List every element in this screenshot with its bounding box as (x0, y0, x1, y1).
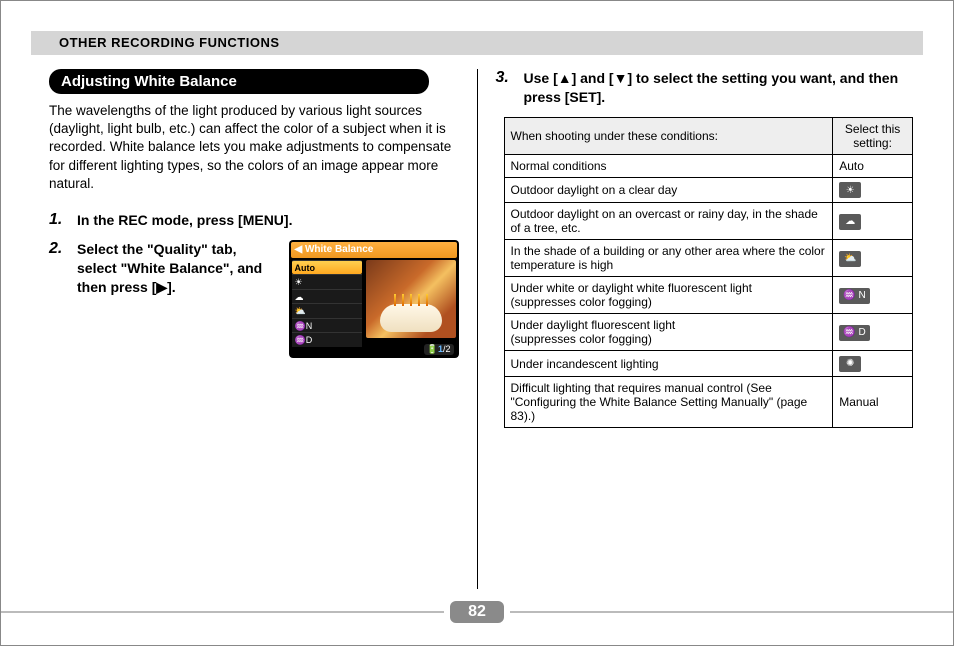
candle-icon (410, 294, 412, 306)
step-number: 1. (49, 211, 69, 229)
cake-icon (380, 304, 442, 332)
step-3: 3. Use [▲] and [▼] to select the setting… (496, 69, 906, 107)
condition-cell: Normal conditions (504, 154, 833, 177)
section-title-pill: Adjusting White Balance (49, 69, 429, 94)
table-row: Under white or daylight white fluorescen… (504, 277, 913, 314)
table-row: Outdoor daylight on a clear day ☀ (504, 177, 913, 203)
white-balance-table: When shooting under these conditions: Se… (504, 117, 914, 428)
section-header: OTHER RECORDING FUNCTIONS (31, 31, 923, 55)
condition-cell: Under white or daylight white fluorescen… (504, 277, 833, 314)
candle-icon (418, 294, 420, 306)
setting-cell: ⛅ (833, 240, 913, 277)
lcd-menu-list: Auto ☀ ☁ ⛅ ♒N ♒D (292, 260, 362, 347)
table-row: Under daylight fluorescent light (suppre… (504, 314, 913, 351)
lcd-page-indicator: 🔋1/2 (424, 344, 454, 355)
step-text: In the REC mode, press [MENU]. (77, 211, 292, 230)
setting-cell: Manual (833, 376, 913, 427)
setting-cell: Auto (833, 154, 913, 177)
setting-cell: ✺ (833, 351, 913, 377)
two-column-layout: Adjusting White Balance The wavelengths … (31, 69, 923, 589)
footer-rule (1, 611, 444, 613)
page-number: 82 (450, 601, 504, 623)
step-number: 2. (49, 240, 69, 258)
table-header-row: When shooting under these conditions: Se… (504, 117, 913, 154)
lcd-menu-item: ⛅ (292, 303, 362, 318)
camera-lcd-screenshot: ◀ White Balance Auto ☀ ☁ (289, 240, 459, 358)
step-1: 1. In the REC mode, press [MENU]. (49, 211, 459, 230)
left-column: Adjusting White Balance The wavelengths … (31, 69, 477, 589)
condition-cell: Under daylight fluorescent light (suppre… (504, 314, 833, 351)
candle-icon (394, 294, 396, 306)
table-row: Outdoor daylight on an overcast or rainy… (504, 203, 913, 240)
lcd-menu-title: ◀ White Balance (291, 242, 457, 258)
wb-setting-icon: ☀ (839, 182, 861, 198)
step-text: Use [▲] and [▼] to select the setting yo… (524, 69, 906, 107)
wb-setting-icon: ♒ D (839, 325, 869, 341)
condition-cell: Outdoor daylight on an overcast or rainy… (504, 203, 833, 240)
wb-setting-icon: ♒ N (839, 288, 869, 304)
condition-cell: Under incandescent lighting (504, 351, 833, 377)
condition-cell: Outdoor daylight on a clear day (504, 177, 833, 203)
lcd-menu-item: ☁ (292, 289, 362, 304)
footer-rule (510, 611, 953, 613)
wb-setting-icon: ⛅ (839, 251, 861, 267)
right-column: 3. Use [▲] and [▼] to select the setting… (478, 69, 924, 589)
step-2: 2. Select the "Quality" tab, select "Whi… (49, 240, 459, 358)
table-row: In the shade of a building or any other … (504, 240, 913, 277)
table-row: Under incandescent lighting ✺ (504, 351, 913, 377)
lcd-preview-photo (366, 260, 456, 338)
setting-cell: ☁ (833, 203, 913, 240)
intro-paragraph: The wavelengths of the light produced by… (49, 102, 459, 193)
condition-cell: Difficult lighting that requires manual … (504, 376, 833, 427)
setting-cell: ☀ (833, 177, 913, 203)
candle-icon (402, 294, 404, 306)
step-number: 3. (496, 69, 516, 87)
setting-cell: ♒ N (833, 277, 913, 314)
condition-cell: In the shade of a building or any other … (504, 240, 833, 277)
table-header-setting: Select this setting: (833, 117, 913, 154)
setting-cell: ♒ D (833, 314, 913, 351)
page-footer: 82 (1, 601, 953, 623)
table-header-conditions: When shooting under these conditions: (504, 117, 833, 154)
table-row: Normal conditionsAuto (504, 154, 913, 177)
wb-setting-icon: ✺ (839, 356, 861, 372)
wb-setting-icon: ☁ (839, 214, 861, 230)
lcd-menu-item: ♒N (292, 318, 362, 333)
manual-page: OTHER RECORDING FUNCTIONS Adjusting Whit… (0, 0, 954, 646)
step-text: Select the "Quality" tab, select "White … (77, 240, 277, 297)
lcd-menu-item-selected: Auto (292, 260, 362, 275)
lcd-menu-item: ☀ (292, 274, 362, 289)
candle-icon (426, 294, 428, 306)
lcd-menu-item: ♒D (292, 332, 362, 347)
table-row: Difficult lighting that requires manual … (504, 376, 913, 427)
